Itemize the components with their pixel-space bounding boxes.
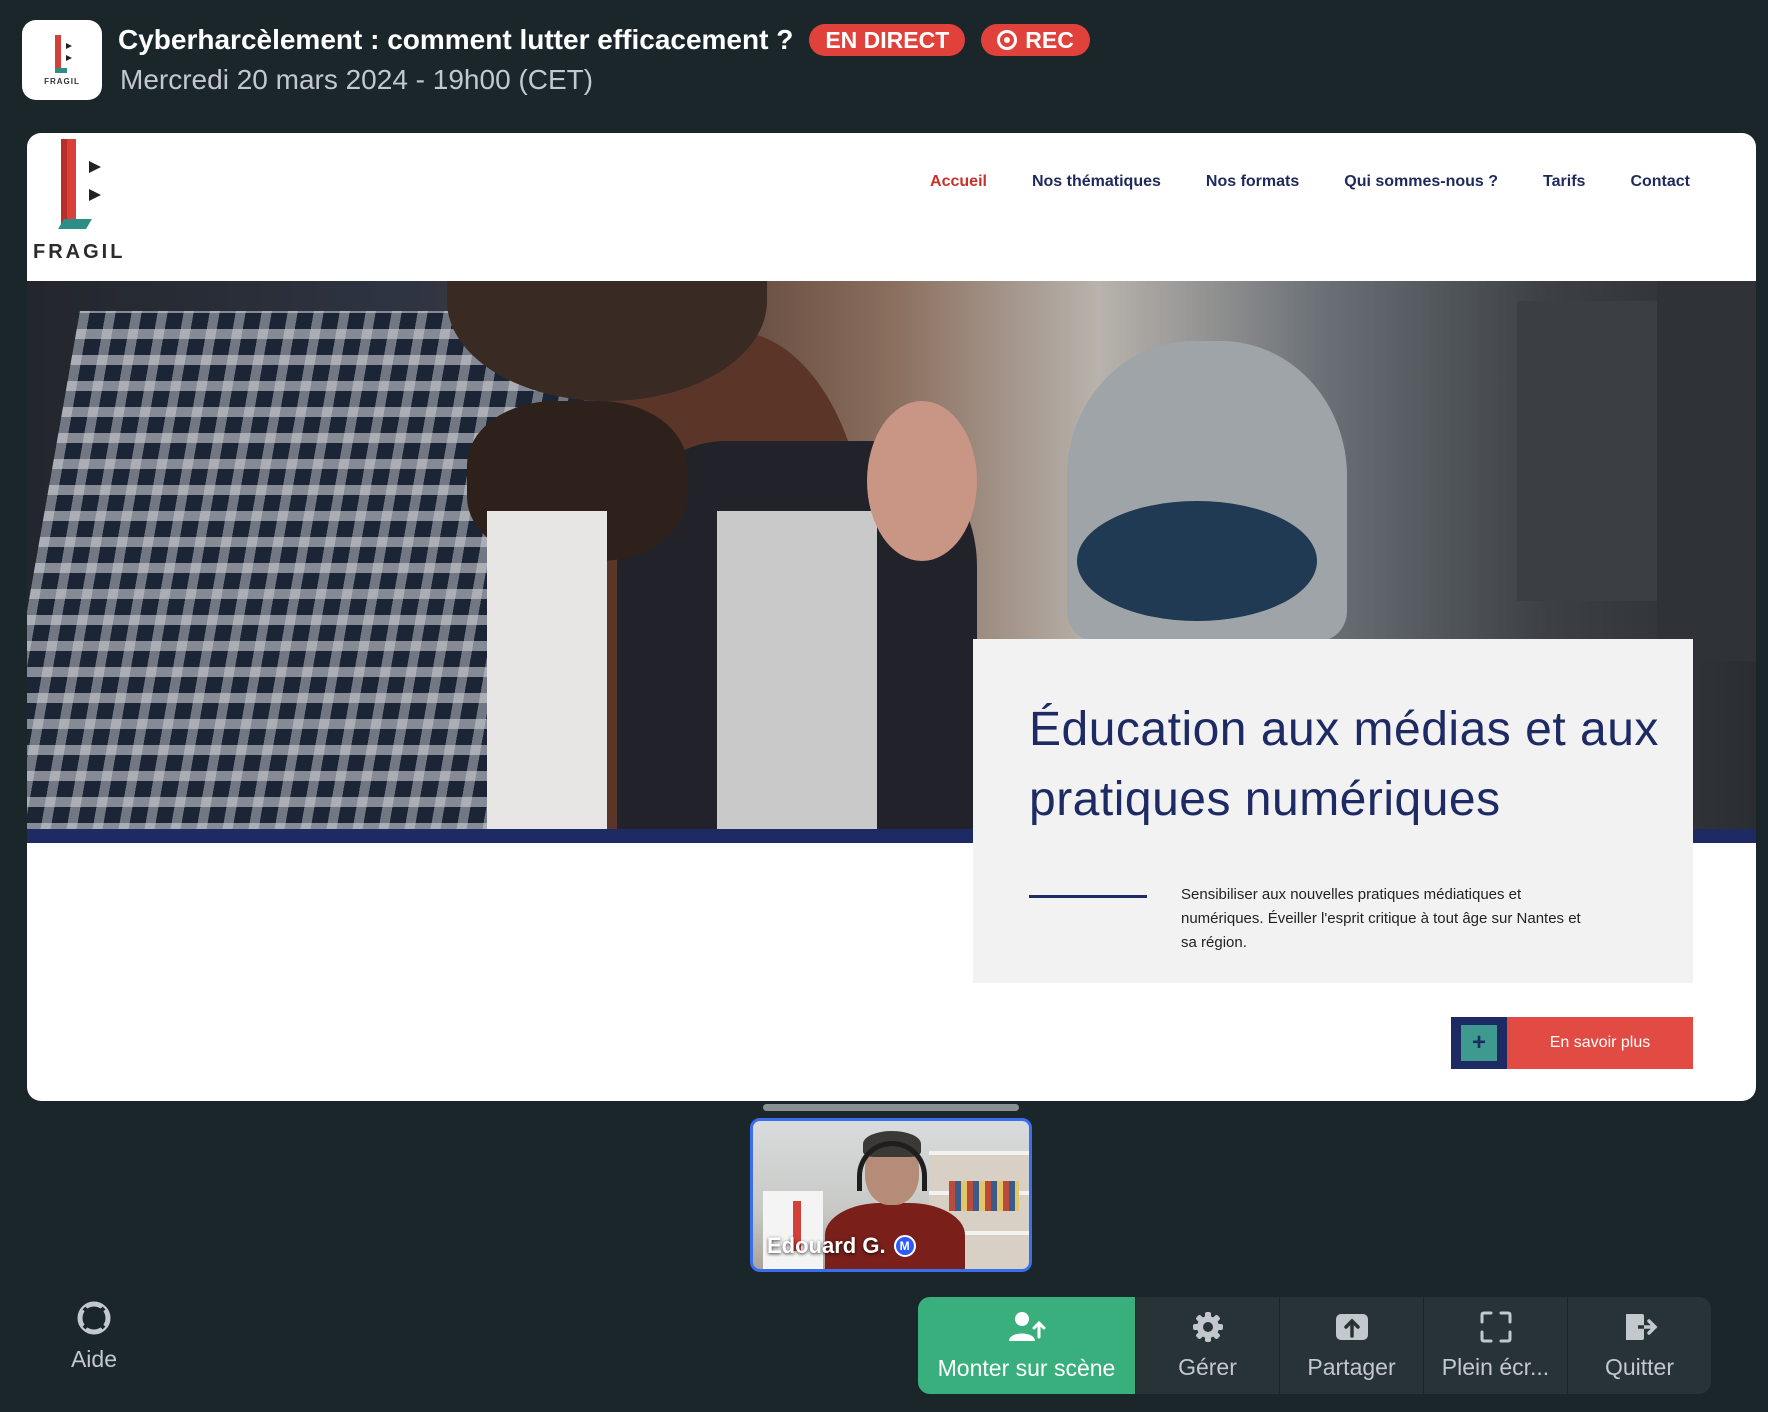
join-stage-button[interactable]: Monter sur scène bbox=[918, 1297, 1136, 1394]
share-button[interactable]: Partager bbox=[1280, 1297, 1424, 1394]
event-date: Mercredi 20 mars 2024 - 19h00 (CET) bbox=[120, 64, 594, 95]
nav-contact[interactable]: Contact bbox=[1630, 173, 1690, 191]
learn-more-label: En savoir plus bbox=[1549, 1034, 1651, 1051]
nav-tarifs[interactable]: Tarifs bbox=[1543, 173, 1585, 191]
share-upload-icon bbox=[1334, 1310, 1370, 1344]
title-row: Cyberharcèlement : comment lutter effica… bbox=[118, 20, 1090, 60]
hero-divider bbox=[1029, 895, 1147, 898]
event-logo: FRAGIL bbox=[22, 20, 102, 100]
quit-label: Quitter bbox=[1604, 1354, 1675, 1380]
site-nav: Accueil Nos thématiques Nos formats Qui … bbox=[930, 173, 1690, 191]
fullscreen-icon bbox=[1479, 1310, 1513, 1344]
stage-user-up-icon bbox=[1008, 1309, 1046, 1345]
moderator-badge: M bbox=[893, 1235, 916, 1257]
site-logo: FRAGIL bbox=[33, 139, 133, 269]
speaker-name-tag: Edouard G. M bbox=[767, 1233, 916, 1259]
share-label: Partager bbox=[1307, 1354, 1396, 1380]
learn-more-button[interactable]: + En savoir plus bbox=[1451, 1017, 1693, 1069]
hero-description: Sensibiliser aux nouvelles pratiques méd… bbox=[1181, 886, 1581, 951]
help-button[interactable]: Aide bbox=[58, 1300, 130, 1384]
rec-badge-label: REC bbox=[1025, 26, 1074, 53]
live-badge: EN DIRECT bbox=[809, 24, 966, 56]
speaker-video-tile[interactable]: Edouard G. M bbox=[750, 1118, 1032, 1272]
shared-screen[interactable]: FRAGIL Accueil Nos thématiques Nos forma… bbox=[27, 133, 1756, 1101]
speaker-name: Edouard G. bbox=[767, 1233, 886, 1258]
record-icon bbox=[997, 30, 1018, 50]
fullscreen-label: Plein écr... bbox=[1441, 1354, 1550, 1380]
manage-label: Gérer bbox=[1178, 1354, 1237, 1380]
help-label: Aide bbox=[70, 1346, 118, 1372]
nav-qui-sommes-nous[interactable]: Qui sommes-nous ? bbox=[1344, 173, 1498, 191]
manage-button[interactable]: Gérer bbox=[1136, 1297, 1280, 1394]
fragil-logo-mark bbox=[49, 34, 75, 75]
nav-accueil[interactable]: Accueil bbox=[930, 173, 987, 191]
fullscreen-button[interactable]: Plein écr... bbox=[1424, 1297, 1568, 1394]
event-title: Cyberharcèlement : comment lutter effica… bbox=[118, 24, 794, 55]
live-badge-label: EN DIRECT bbox=[825, 26, 950, 53]
join-stage-label: Monter sur scène bbox=[937, 1355, 1116, 1381]
rec-badge: REC bbox=[981, 24, 1090, 56]
hero-card: Éducation aux médias et aux pratiques nu… bbox=[973, 639, 1693, 983]
hero-heading: Éducation aux médias et aux pratiques nu… bbox=[1029, 703, 1659, 826]
control-toolbar: Monter sur scène Gérer Partager Plein éc… bbox=[918, 1297, 1711, 1394]
plus-icon: + bbox=[1451, 1017, 1507, 1069]
help-lifebuoy-icon bbox=[76, 1300, 112, 1336]
event-logo-text: FRAGIL bbox=[44, 76, 80, 86]
event-header: FRAGIL Cyberharcèlement : comment lutter… bbox=[22, 20, 1748, 102]
gear-icon bbox=[1191, 1310, 1225, 1344]
nav-thematiques[interactable]: Nos thématiques bbox=[1032, 173, 1161, 191]
site-logo-text: FRAGIL bbox=[33, 241, 126, 263]
resize-handle[interactable] bbox=[763, 1104, 1019, 1111]
quit-button[interactable]: Quitter bbox=[1568, 1297, 1711, 1394]
exit-icon bbox=[1622, 1310, 1658, 1344]
nav-formats[interactable]: Nos formats bbox=[1206, 173, 1299, 191]
